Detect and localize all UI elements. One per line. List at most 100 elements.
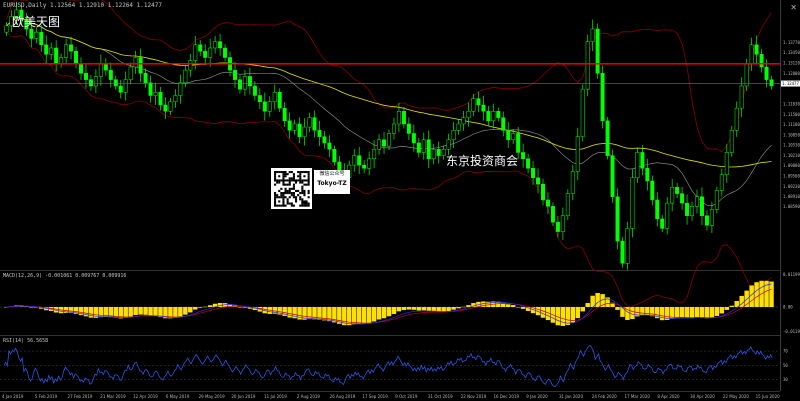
candle-body [113, 79, 118, 87]
candle-body [312, 117, 317, 131]
ma-fast-line [6, 17, 772, 207]
price-tick-label: 1.13450 [783, 50, 800, 55]
candle-body [466, 111, 471, 118]
candle-body [362, 164, 367, 169]
candle-body [88, 79, 93, 87]
time-tick-label: 17 Mar 2020 [625, 394, 651, 399]
time-tick-label: 6 May 2019 [166, 394, 190, 399]
qr-module [282, 204, 285, 207]
qr-module [288, 196, 291, 199]
qr-module [288, 192, 291, 195]
time-tick-label: 9 Jan 2020 [526, 394, 548, 399]
candle-body [396, 111, 401, 125]
macd-histogram-bar [202, 306, 208, 308]
candle-body [769, 79, 774, 87]
qr-module [292, 185, 295, 188]
candle-body [704, 215, 709, 226]
macd-histogram-bar [188, 307, 193, 313]
qr-module [276, 181, 279, 184]
macd-histogram-bar [510, 305, 516, 307]
qr-module [288, 183, 291, 186]
candle-body [352, 155, 357, 166]
qr-module [303, 204, 306, 207]
qr-module [290, 192, 293, 195]
time-tick-label: 21 Mar 2019 [100, 394, 126, 399]
qr-module [274, 177, 277, 180]
qr-module [278, 181, 281, 184]
qr-module [301, 192, 304, 195]
candle-body [595, 28, 600, 74]
price-tick-label: 1.08910 [783, 194, 800, 199]
qr-module [303, 200, 306, 203]
time-tick-label: 31 Oct 2019 [428, 394, 453, 399]
macd-histogram-bar [193, 307, 198, 310]
candle-body [183, 69, 188, 84]
candle-body [759, 54, 764, 68]
candle-body [531, 168, 536, 179]
candle-body [650, 180, 655, 201]
qr-module [280, 171, 283, 174]
chart-canvas[interactable]: 1.13770 1.13450 1.13120 1.12800 1.11830 1.115… [0, 0, 800, 401]
candle-body [193, 44, 198, 61]
candle-body [382, 139, 387, 147]
macd-histogram-bar [719, 307, 725, 314]
qr-module [292, 192, 295, 195]
macd-histogram-bar [699, 307, 705, 318]
candle-body [665, 202, 670, 229]
qr-module [278, 196, 281, 199]
chart-title: EURUSD,Daily 1.12564 1.12910 1.12264 1.1… [3, 2, 162, 9]
macd-histogram-bar [595, 292, 600, 307]
macd-histogram-bar [197, 307, 203, 308]
candle-body [605, 120, 610, 156]
time-tick-label: 12 Apr 2019 [133, 394, 158, 399]
qr-module [284, 189, 287, 192]
qr-module [288, 202, 291, 205]
qr-module [282, 181, 285, 184]
close-icon[interactable]: ✕ [790, 3, 797, 12]
qr-module [292, 183, 295, 186]
qr-module [284, 204, 287, 207]
candle-body [218, 41, 223, 49]
qr-module [284, 171, 287, 174]
macd-histogram-bar [178, 307, 183, 317]
candle-body [560, 215, 565, 232]
qr-module [295, 189, 298, 192]
time-tick-label: 17 Sep 2019 [362, 394, 388, 399]
price-tick-label: 1.09560 [783, 173, 800, 178]
candle-body [461, 117, 466, 125]
time-tick-label: 22 Nov 2019 [461, 394, 487, 399]
candle-body [128, 66, 133, 80]
candle-body [436, 149, 441, 156]
macd-histogram-bar [679, 307, 685, 318]
qr-module [290, 179, 293, 182]
macd-histogram-bar [421, 307, 427, 311]
qr-module [301, 204, 304, 207]
qr-module [286, 179, 289, 182]
macd-histogram-bar [515, 306, 521, 308]
candle-body [138, 57, 143, 74]
price-tick-label: 1.09880 [783, 163, 800, 168]
qr-module [274, 204, 277, 207]
candle-body [367, 158, 372, 169]
candle-body [44, 44, 49, 55]
qr-module [303, 179, 306, 182]
candle-body [153, 92, 158, 96]
macd-histogram-bar [406, 307, 412, 310]
price-tick-label: 1.13120 [783, 61, 800, 66]
candle-body [441, 149, 446, 156]
candle-body [332, 149, 337, 163]
time-tick-label: 30 Apr 2020 [690, 394, 715, 399]
candle-body [590, 28, 595, 42]
time-tick-label: 31 Jan 2020 [559, 394, 583, 399]
macd-histogram-bar [769, 281, 774, 307]
qr-module [292, 194, 295, 197]
qr-module [290, 204, 293, 207]
qr-module [299, 204, 302, 207]
macd-histogram-bar [560, 307, 566, 327]
price-tick-label: 1.11500 [783, 112, 800, 117]
macd-histogram-bar [29, 307, 34, 308]
qr-module [307, 171, 310, 174]
price-tick-label: 1.10530 [783, 143, 800, 148]
qr-caption-line2: Tokyo-TZ [317, 180, 347, 187]
candle-body [421, 139, 426, 153]
